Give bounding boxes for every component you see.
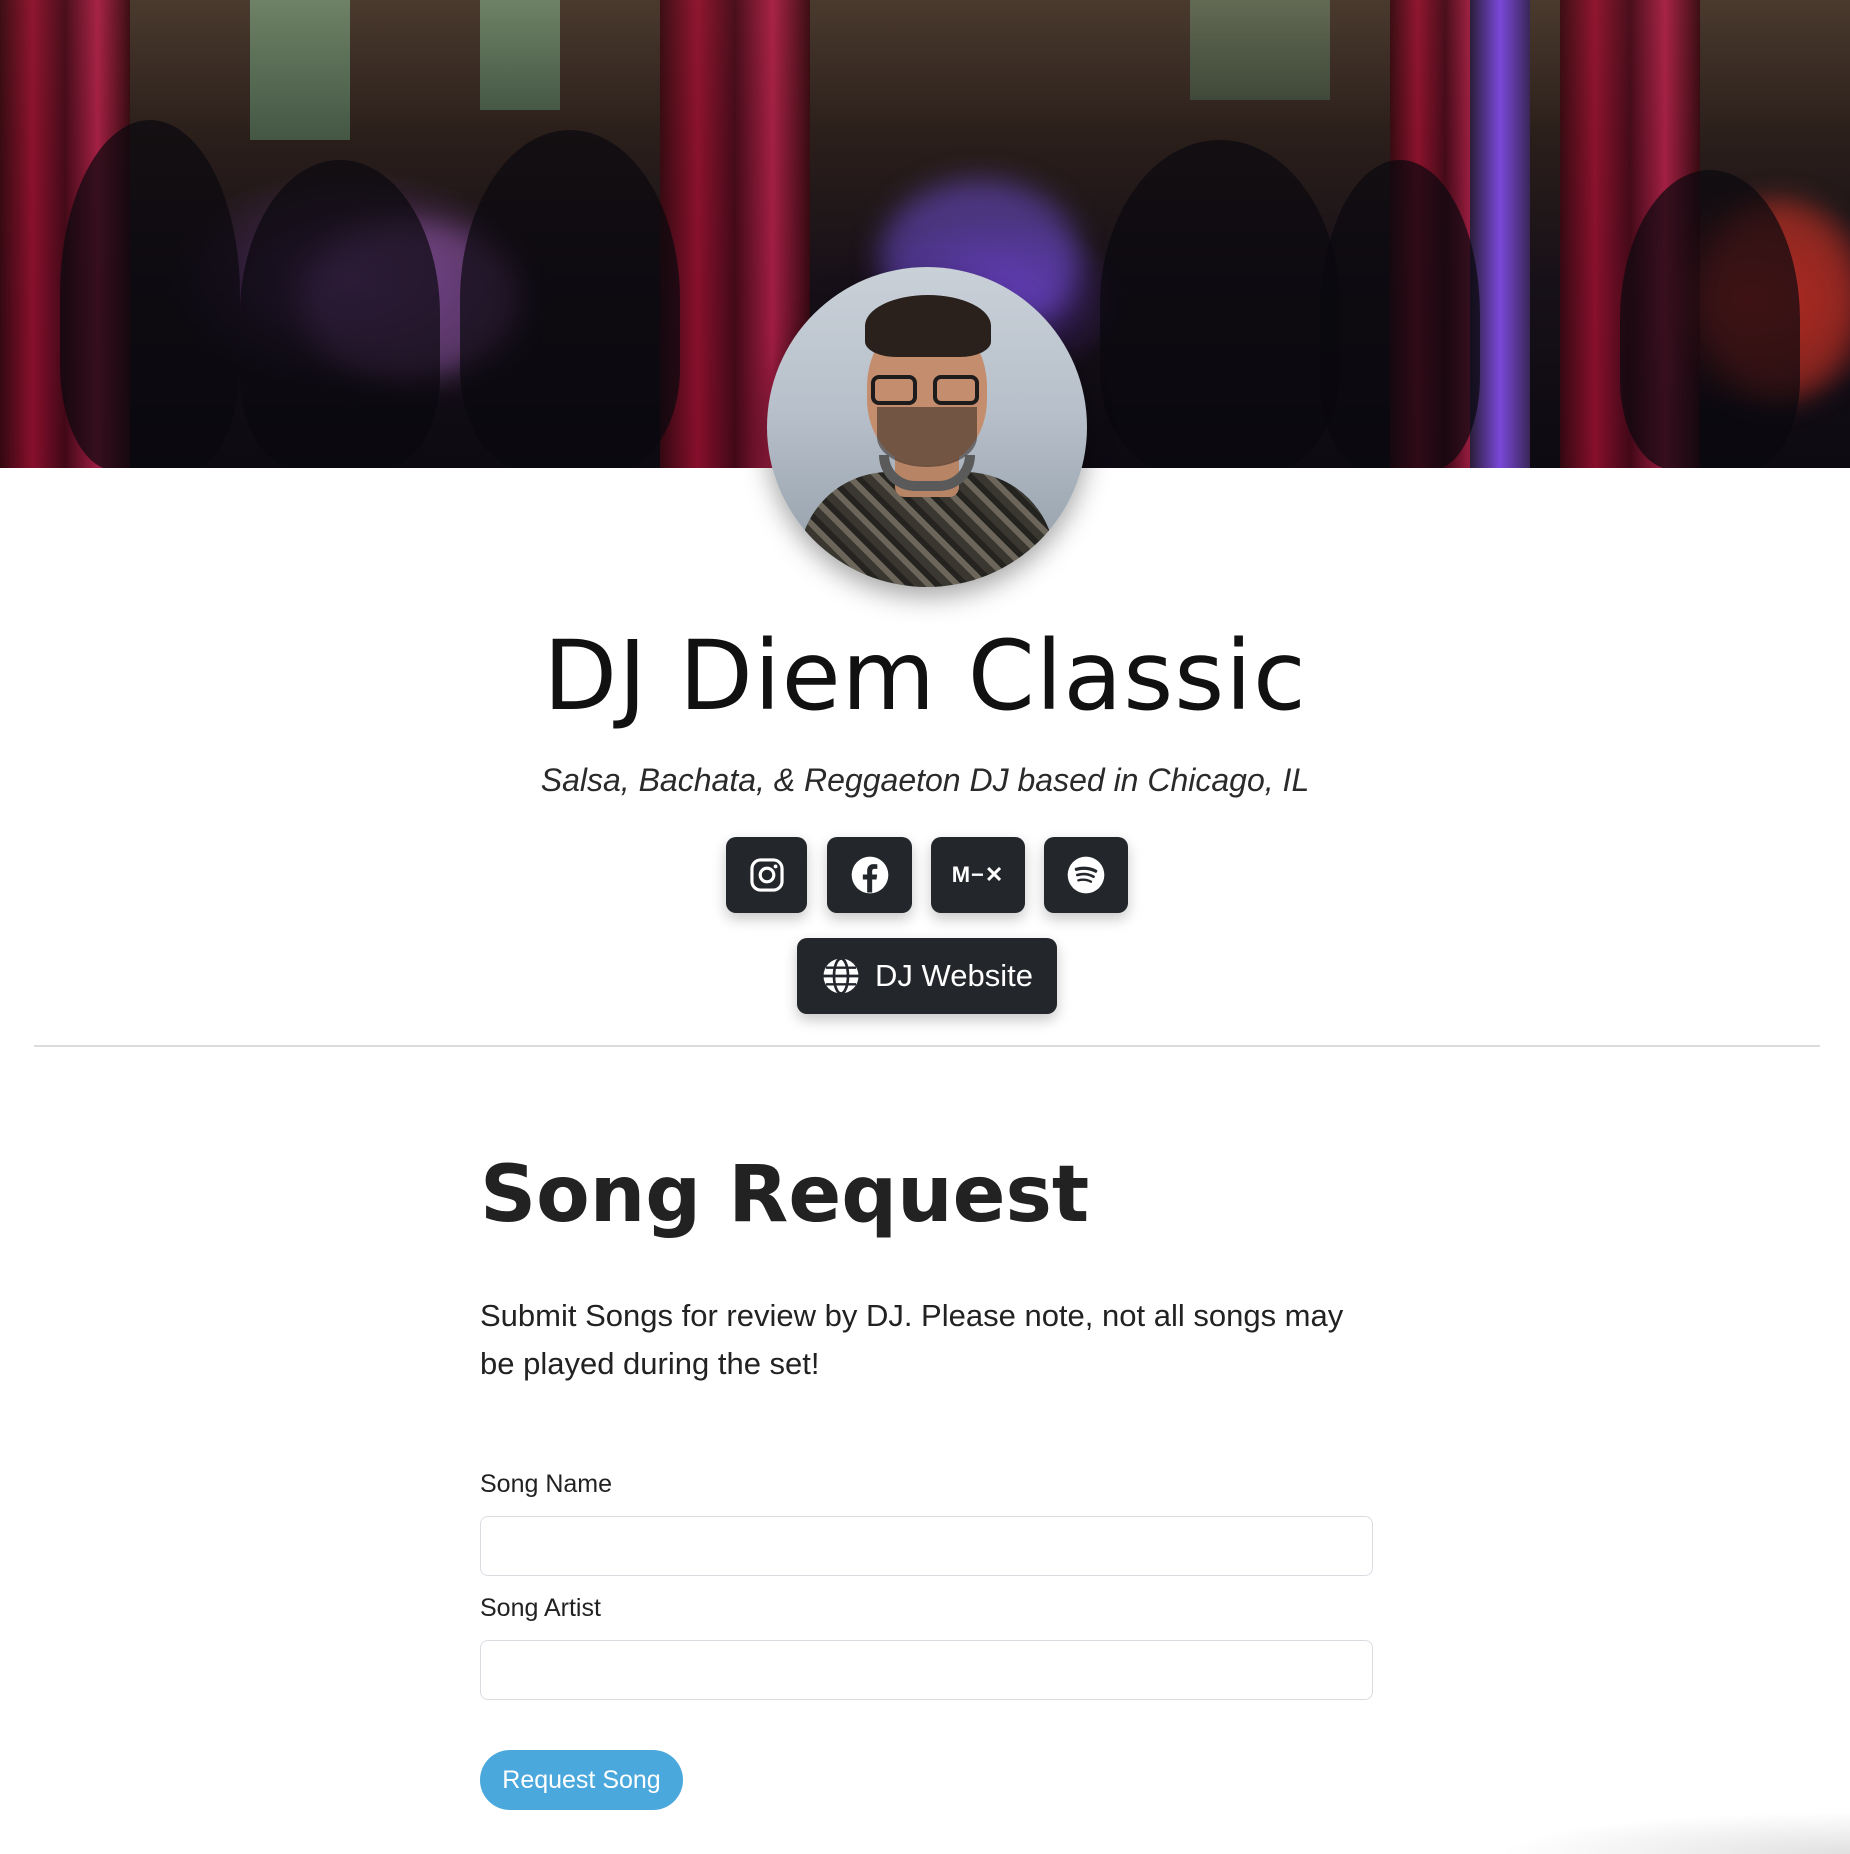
banner-window bbox=[1190, 0, 1330, 100]
banner-crowd bbox=[240, 160, 440, 468]
section-divider bbox=[34, 1045, 1820, 1047]
globe-icon bbox=[823, 957, 859, 995]
spotify-icon bbox=[1067, 856, 1105, 894]
song-request-description: Submit Songs for review by DJ. Please no… bbox=[480, 1298, 1344, 1381]
instagram-button[interactable] bbox=[726, 837, 807, 913]
banner-crowd bbox=[1100, 140, 1340, 468]
banner-window bbox=[250, 0, 350, 140]
spotify-button[interactable] bbox=[1044, 837, 1128, 913]
song-name-label: Song Name bbox=[480, 1470, 613, 1498]
banner-window bbox=[480, 0, 560, 110]
banner-crowd bbox=[1620, 170, 1800, 468]
dj-website-label: DJ Website bbox=[875, 958, 1033, 993]
song-name-input[interactable] bbox=[480, 1516, 1373, 1576]
corner-shadow bbox=[1130, 1790, 1850, 1854]
dj-avatar bbox=[767, 267, 1087, 587]
dj-tagline: Salsa, Bachata, & Reggaeton DJ based in … bbox=[540, 762, 1310, 798]
song-request-title: Song Request bbox=[480, 1150, 1090, 1240]
dj-name: DJ Diem Classic bbox=[543, 620, 1307, 732]
banner-pillar bbox=[1470, 0, 1530, 468]
dj-website-button[interactable]: DJ Website bbox=[797, 938, 1057, 1014]
facebook-button[interactable] bbox=[827, 837, 912, 913]
banner-crowd bbox=[460, 130, 680, 468]
avatar-hair bbox=[865, 295, 991, 357]
request-song-button[interactable]: Request Song bbox=[480, 1750, 683, 1810]
song-artist-input[interactable] bbox=[480, 1640, 1373, 1700]
song-artist-label: Song Artist bbox=[480, 1594, 601, 1622]
banner-crowd bbox=[1320, 160, 1480, 468]
instagram-icon bbox=[749, 858, 784, 892]
avatar-glasses bbox=[871, 375, 983, 405]
facebook-icon bbox=[851, 856, 888, 894]
banner-crowd bbox=[60, 120, 240, 468]
mixcloud-button[interactable]: M−✕ bbox=[931, 837, 1025, 913]
mixcloud-icon: M−✕ bbox=[951, 862, 1005, 887]
